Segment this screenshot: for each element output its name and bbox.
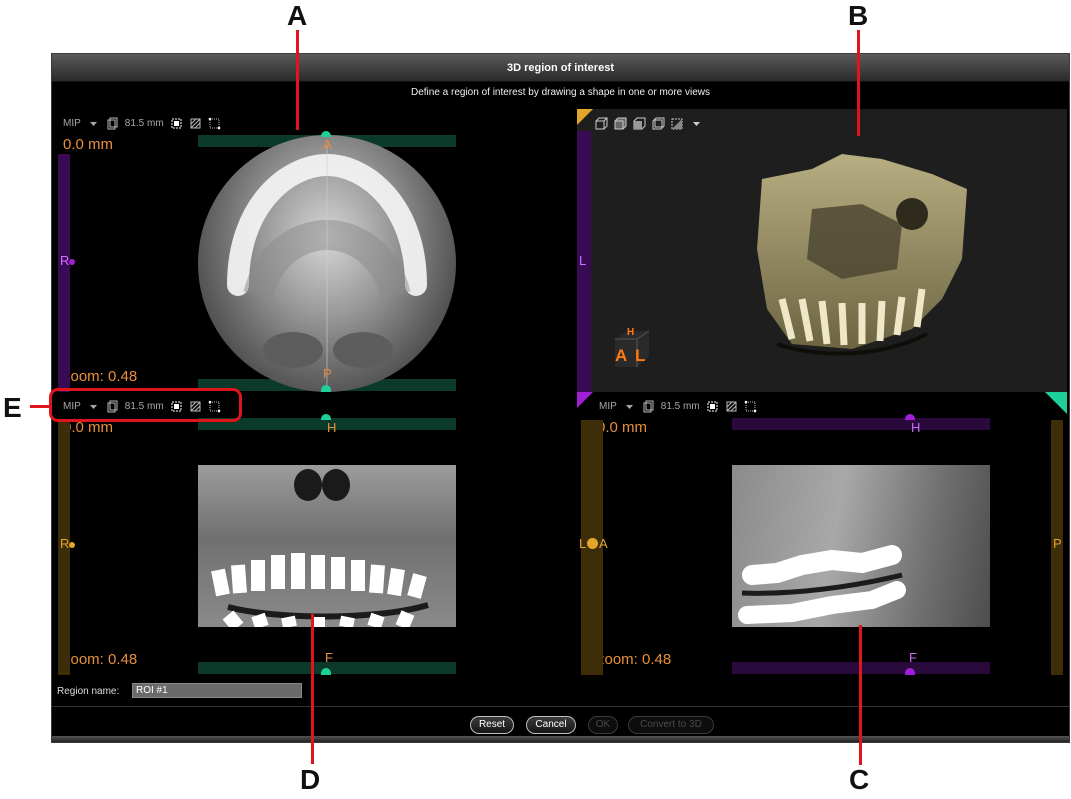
sagittal-left-handle[interactable]	[587, 538, 598, 549]
orientation-cube-label-a: A	[615, 346, 628, 365]
cube-view-iso-icon[interactable]	[652, 117, 665, 130]
crop-box-icon[interactable]	[671, 117, 684, 130]
dialog-subtitle: Define a region of interest by drawing a…	[410, 87, 711, 98]
reset-button[interactable]: Reset	[470, 716, 514, 734]
callout-box-e	[49, 388, 242, 422]
axial-marker-top[interactable]: A	[323, 137, 332, 152]
viewport-corner-purple	[577, 392, 593, 414]
axial-zoom-readout: zoom: 0.48	[63, 368, 138, 385]
cube-view-side-icon[interactable]	[614, 117, 627, 130]
sagittal-bottom-handle[interactable]	[905, 668, 915, 675]
cube-view-front-icon[interactable]	[595, 117, 608, 130]
callout-letter-b: B	[848, 0, 869, 31]
sagittal-marker-top[interactable]: H	[911, 420, 920, 435]
coronal-marker-top[interactable]: H	[327, 420, 336, 435]
sagittal-teeth	[738, 545, 906, 624]
sagittal-marker-bottom[interactable]: F	[909, 650, 917, 665]
callout-line-a	[296, 30, 299, 130]
callout-line-d	[311, 614, 314, 764]
mip-mode-dropdown[interactable]: MIP	[63, 118, 81, 129]
axial-marker-left[interactable]: R	[60, 253, 69, 268]
volume-toolbar	[595, 115, 703, 131]
viewport-corner-teal	[1045, 392, 1067, 414]
rectangle-roi-tool-icon[interactable]	[170, 117, 183, 130]
axial-top-handle[interactable]	[321, 131, 331, 137]
slab-thickness-icon	[106, 117, 119, 130]
sagittal-marker-left2[interactable]: A	[599, 536, 608, 551]
coronal-viewport[interactable]: MIP 81.5 mm 0.0 mm zoom: 0.48 R H F	[55, 392, 577, 675]
region-name-label: Region name:	[57, 686, 120, 697]
axial-bottom-handle[interactable]	[321, 385, 331, 392]
orientation-cube-label-l: L	[635, 346, 646, 365]
sagittal-zoom-readout: zoom: 0.48	[597, 651, 672, 668]
coronal-left-handle[interactable]	[69, 542, 75, 548]
dialog-titlebar: 3D region of interest	[52, 54, 1069, 82]
sagittal-marker-right[interactable]: P	[1053, 536, 1062, 551]
axial-marker-bottom[interactable]: P	[323, 366, 332, 381]
chevron-down-icon[interactable]	[87, 117, 100, 130]
callout-line-e	[30, 405, 50, 408]
cube-view-top-icon[interactable]	[633, 117, 646, 130]
chevron-down-icon[interactable]	[623, 400, 636, 413]
sagittal-toolbar: MIP 81.5 mm	[599, 398, 757, 414]
region-name-input[interactable]: ROI #1	[132, 683, 302, 698]
freehand-roi-tool-icon[interactable]	[725, 400, 738, 413]
ok-button[interactable]: OK	[588, 716, 618, 734]
freehand-roi-tool-icon[interactable]	[189, 117, 202, 130]
cancel-button[interactable]: Cancel	[526, 716, 576, 734]
sagittal-viewport[interactable]: MIP 81.5 mm 0.0 mm zoom: 0.48 L A P H F	[577, 392, 1067, 675]
callout-letter-c: C	[849, 764, 870, 795]
volume-marker-left[interactable]: L	[579, 253, 586, 268]
coronal-top-handle[interactable]	[321, 414, 331, 420]
slab-thickness-value: 81.5 mm	[660, 400, 700, 412]
axial-left-handle[interactable]	[69, 259, 75, 265]
sagittal-top-bar[interactable]	[732, 418, 990, 430]
mip-mode-dropdown[interactable]: MIP	[599, 401, 617, 412]
chevron-down-icon[interactable]	[690, 117, 703, 130]
coronal-teeth	[211, 469, 429, 627]
slab-thickness-value: 81.5 mm	[124, 117, 164, 129]
sagittal-depth-readout: 0.0 mm	[597, 419, 648, 436]
skull-3d-render	[757, 154, 967, 356]
axial-toolbar: MIP 81.5 mm	[63, 115, 221, 131]
dialog-bottom-edge	[52, 736, 1069, 742]
callout-letter-e: E	[3, 392, 22, 423]
coronal-marker-left[interactable]: R	[60, 536, 69, 551]
axial-left-bar[interactable]	[58, 154, 70, 392]
dialog-title: 3D region of interest	[507, 62, 614, 74]
coronal-zoom-readout: zoom: 0.48	[63, 651, 138, 668]
axial-teeth-arch	[227, 145, 427, 385]
convert-to-3d-button[interactable]: Convert to 3D	[628, 716, 714, 734]
viewport-corner-orange	[577, 109, 593, 131]
polygon-roi-tool-icon[interactable]	[744, 400, 757, 413]
axial-viewport[interactable]: MIP 81.5 mm 0.0 mm zoom: 0.48 R A P	[55, 109, 577, 392]
coronal-bottom-handle[interactable]	[321, 668, 331, 675]
callout-line-b	[857, 30, 860, 136]
sagittal-top-handle[interactable]	[905, 414, 915, 420]
callout-letter-a: A	[287, 0, 308, 31]
slab-thickness-icon	[642, 400, 655, 413]
polygon-roi-tool-icon[interactable]	[208, 117, 221, 130]
volume-3d-viewport[interactable]: L H A L	[577, 109, 1067, 392]
rectangle-roi-tool-icon[interactable]	[706, 400, 719, 413]
footer-divider	[52, 706, 1069, 707]
sagittal-marker-left[interactable]: L	[579, 536, 586, 551]
orientation-cube-label-top: H	[627, 327, 635, 338]
callout-letter-d: D	[300, 764, 321, 795]
axial-depth-readout: 0.0 mm	[63, 136, 114, 153]
coronal-marker-bottom[interactable]: F	[325, 650, 333, 665]
callout-line-c	[859, 625, 862, 765]
